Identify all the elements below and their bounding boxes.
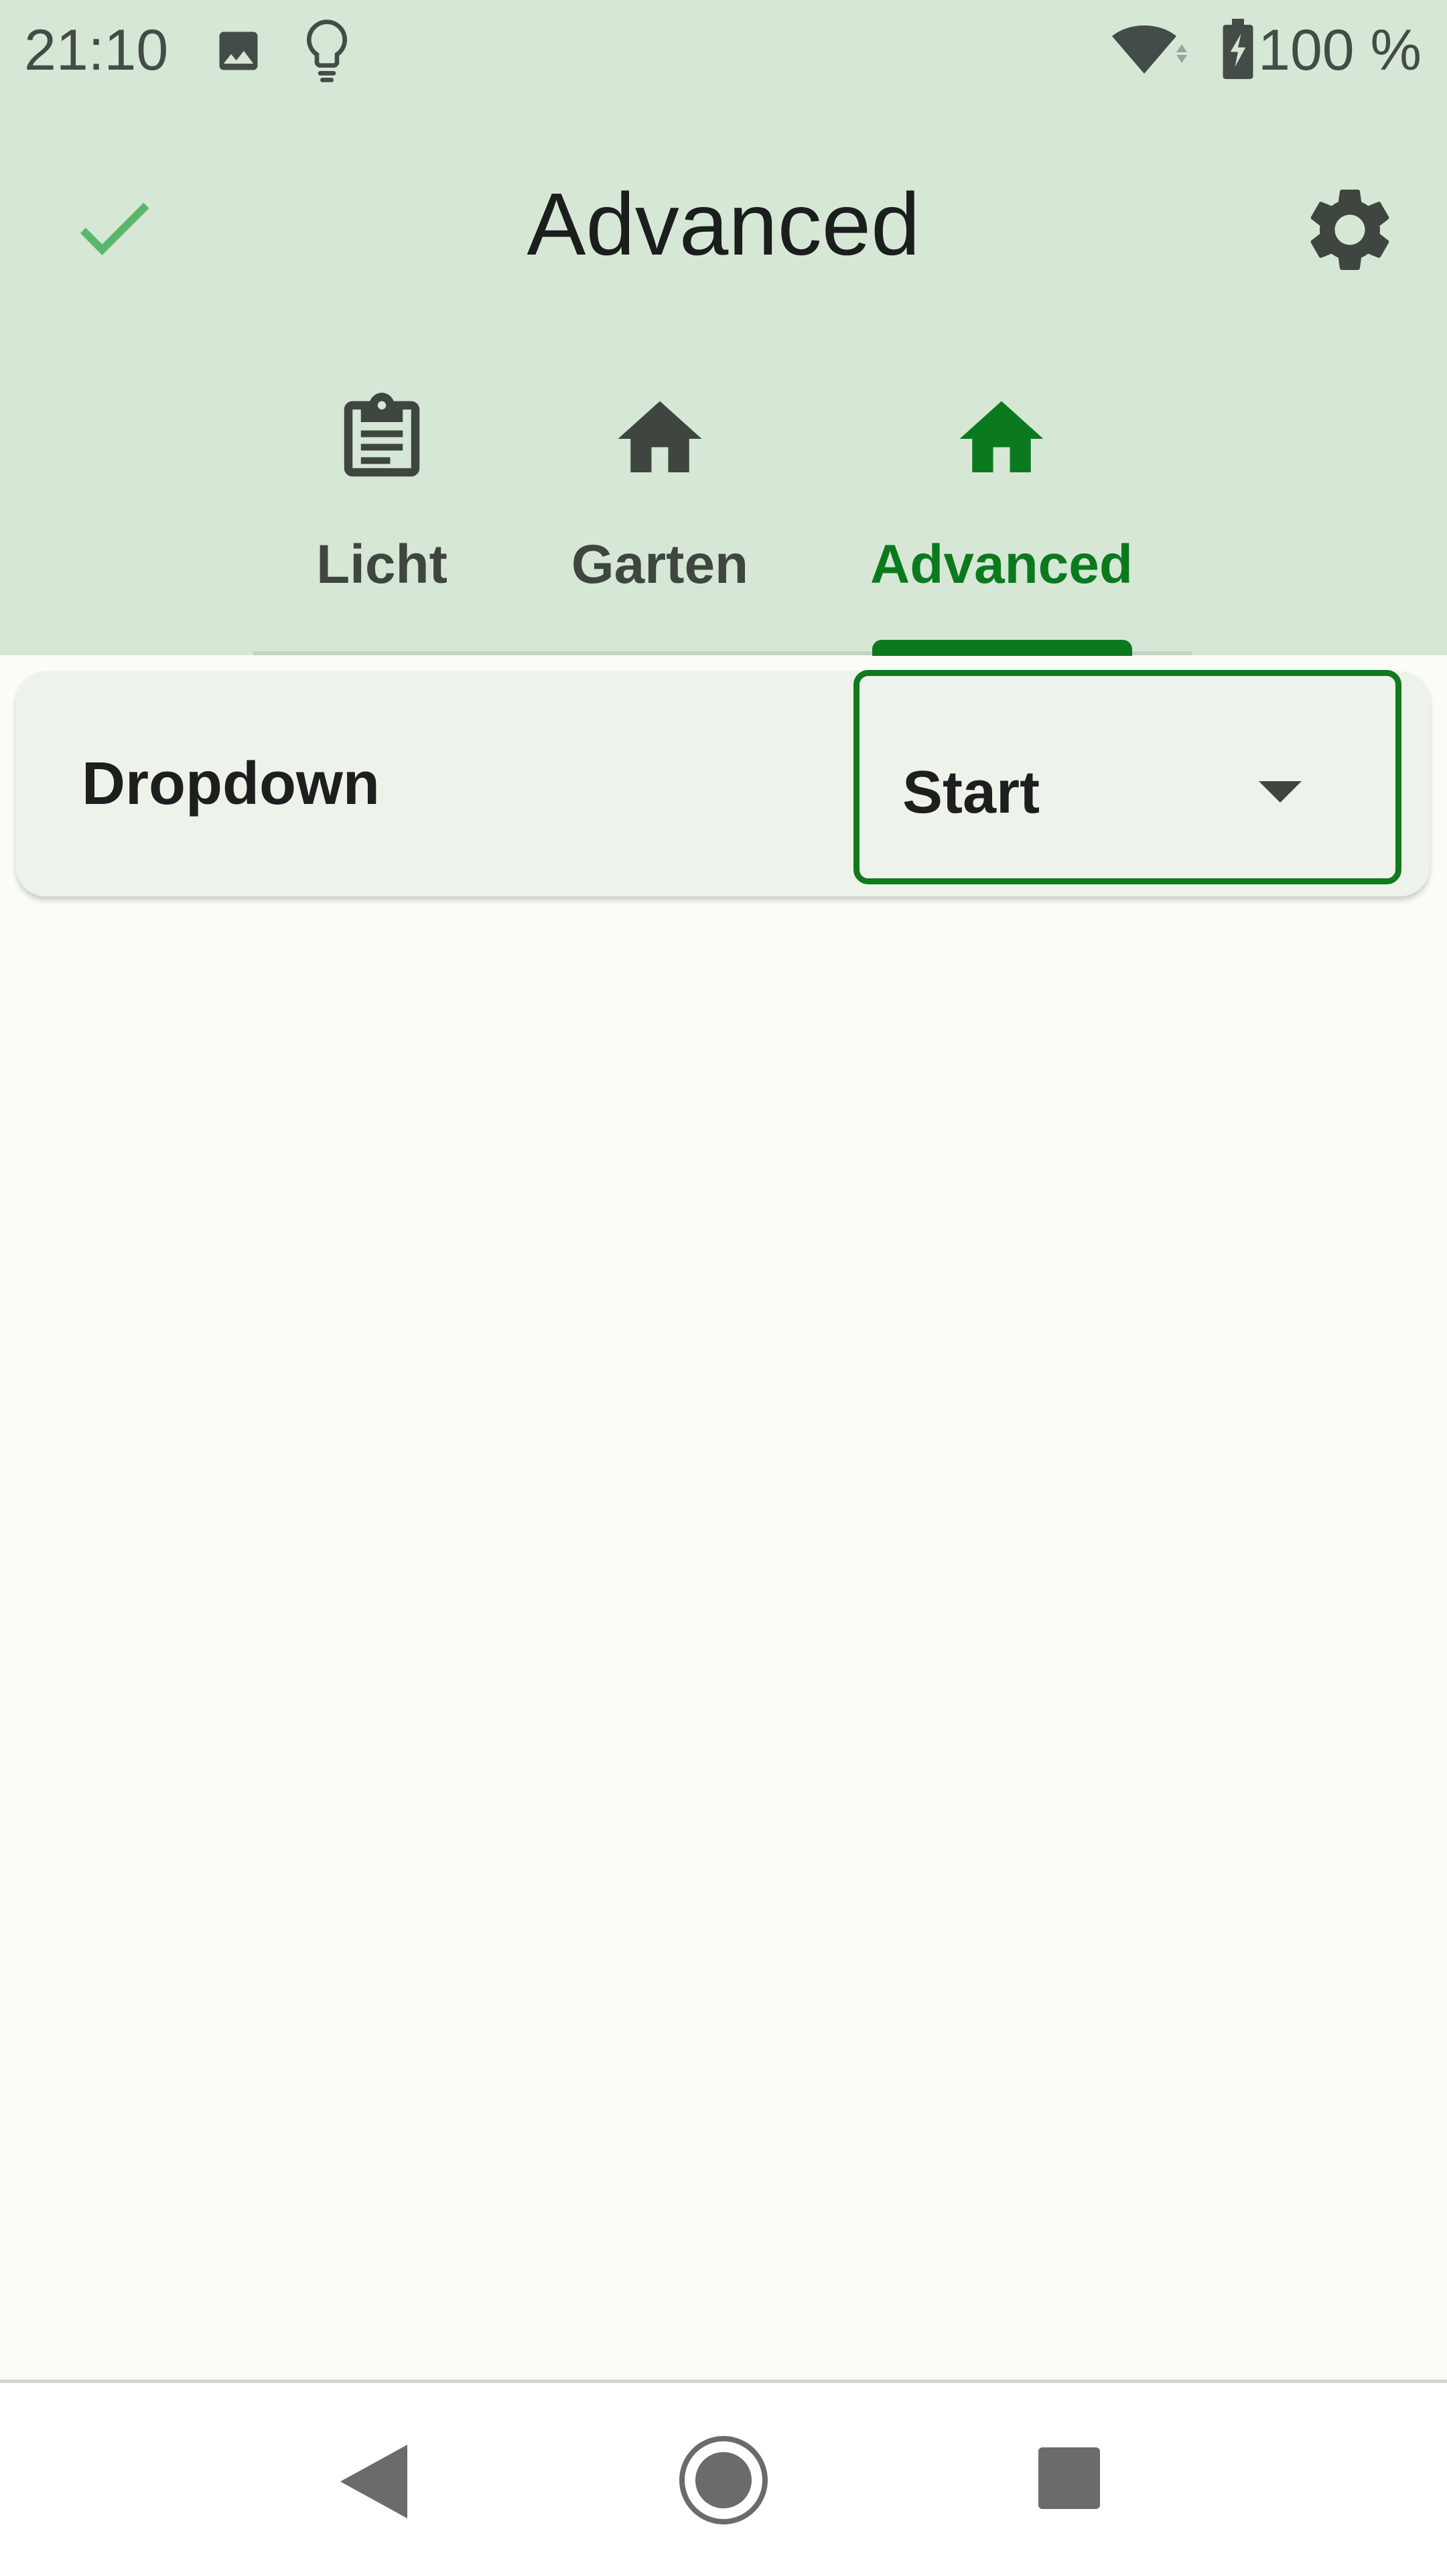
wifi-icon: [1112, 25, 1187, 74]
tab-garten[interactable]: Garten: [549, 375, 770, 651]
tab-label-advanced: Advanced: [870, 534, 1133, 595]
dropdown-label: Dropdown: [82, 750, 380, 817]
back-icon[interactable]: [340, 2445, 407, 2518]
dropdown-setting-card: Dropdown Start: [16, 670, 1430, 896]
tab-selected-indicator: [872, 640, 1132, 656]
image-icon: [219, 31, 258, 70]
recents-icon[interactable]: [1038, 2447, 1100, 2509]
tab-licht[interactable]: Licht: [275, 375, 489, 651]
system-nav-bar: [0, 2380, 1447, 2576]
dropdown-arrow-icon: [1259, 781, 1302, 803]
dropdown-selected-value: Start: [902, 759, 1040, 826]
battery-charging-icon: [1223, 19, 1253, 79]
home-icon: [618, 401, 702, 472]
page-title: Advanced: [527, 175, 920, 273]
tab-advanced[interactable]: Advanced: [857, 375, 1146, 651]
gear-icon[interactable]: [1300, 180, 1400, 280]
tab-label-garten: Garten: [571, 534, 749, 595]
battery-percentage: 100 %: [1258, 18, 1422, 82]
home-icon: [959, 401, 1044, 472]
home-circle-icon[interactable]: [678, 2435, 769, 2526]
dropdown-select[interactable]: Start: [853, 670, 1401, 884]
clipboard-icon: [344, 393, 420, 477]
app-header: 21:10 100 % Advanced Licht Garten Advanc…: [0, 0, 1447, 656]
tab-label-licht: Licht: [316, 534, 447, 595]
status-time: 21:10: [24, 18, 169, 82]
lightbulb-icon: [306, 19, 348, 82]
